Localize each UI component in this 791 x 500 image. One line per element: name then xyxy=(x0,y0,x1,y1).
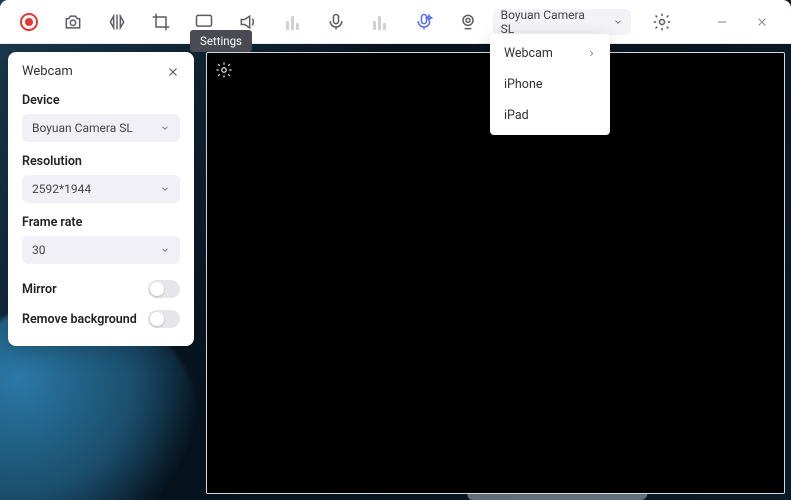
camera-menu-item-ipad[interactable]: iPad xyxy=(490,100,610,131)
flip-icon xyxy=(107,12,127,32)
camera-menu-item-webcam[interactable]: Webcam xyxy=(490,38,610,69)
annotation-icon xyxy=(194,12,214,32)
device-select[interactable]: Boyuan Camera SL xyxy=(22,114,180,142)
app-settings-button[interactable] xyxy=(643,7,681,37)
mic-icon xyxy=(326,12,346,32)
menu-item-label: iPad xyxy=(504,108,529,123)
speaker-icon xyxy=(238,12,258,32)
webcam-icon xyxy=(458,12,478,32)
frame-rate-value: 30 xyxy=(32,243,46,257)
device-value: Boyuan Camera SL xyxy=(32,121,133,135)
camera-menu-item-iphone[interactable]: iPhone xyxy=(490,69,610,100)
tooltip: Settings xyxy=(190,30,252,52)
camera-icon xyxy=(63,12,83,32)
close-button[interactable] xyxy=(747,7,777,37)
screenshot-button[interactable] xyxy=(54,7,92,37)
mic-levels xyxy=(361,7,399,37)
voice-enhance-icon xyxy=(414,12,434,32)
resolution-value: 2592*1944 xyxy=(32,182,91,196)
chevron-right-icon xyxy=(587,49,596,58)
speaker-levels xyxy=(273,7,311,37)
record-button[interactable] xyxy=(10,7,48,37)
chevron-down-icon xyxy=(160,123,170,133)
webcam-button[interactable] xyxy=(449,7,487,37)
device-label: Device xyxy=(22,93,180,108)
minimize-icon xyxy=(715,15,729,29)
mirror-toggle[interactable] xyxy=(148,280,180,298)
camera-select[interactable]: Boyuan Camera SL xyxy=(493,9,631,35)
camera-select-value: Boyuan Camera SL xyxy=(501,8,601,36)
chevron-down-icon xyxy=(613,17,623,27)
crop-icon xyxy=(151,12,171,32)
mic-button[interactable] xyxy=(317,7,355,37)
gear-icon xyxy=(215,61,233,79)
voice-enhance-button[interactable] xyxy=(405,7,443,37)
frame-rate-select[interactable]: 30 xyxy=(22,236,180,264)
resolution-select[interactable]: 2592*1944 xyxy=(22,175,180,203)
resolution-label: Resolution xyxy=(22,154,180,169)
crop-button[interactable] xyxy=(142,7,180,37)
preview-settings-button[interactable] xyxy=(215,61,233,79)
panel-close-icon[interactable] xyxy=(166,65,180,79)
menu-item-label: Webcam xyxy=(504,46,553,61)
chevron-down-icon xyxy=(160,184,170,194)
window-controls xyxy=(707,7,777,37)
top-toolbar: Boyuan Camera SL xyxy=(0,0,791,44)
gear-icon xyxy=(652,12,672,32)
panel-title: Webcam xyxy=(22,64,73,79)
remove-bg-label: Remove background xyxy=(22,312,137,327)
frame-rate-label: Frame rate xyxy=(22,215,180,230)
close-icon xyxy=(755,15,769,29)
webcam-panel: Webcam Device Boyuan Camera SL Resolutio… xyxy=(8,52,194,346)
menu-item-label: iPhone xyxy=(504,77,542,92)
chevron-down-icon xyxy=(160,245,170,255)
remove-bg-toggle[interactable] xyxy=(148,310,180,328)
minimize-button[interactable] xyxy=(707,7,737,37)
flip-button[interactable] xyxy=(98,7,136,37)
mirror-label: Mirror xyxy=(22,282,57,297)
camera-menu: Webcam iPhone iPad xyxy=(490,34,610,135)
